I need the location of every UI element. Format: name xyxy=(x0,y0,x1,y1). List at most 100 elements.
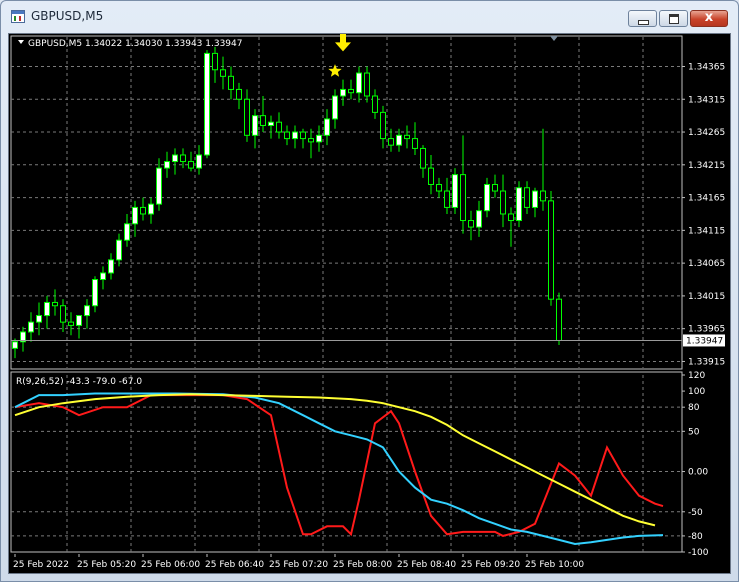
time-tick-label: 25 Feb 2022 xyxy=(13,560,69,570)
window-title: GBPUSD,M5 xyxy=(31,9,104,23)
time-tick-label: 25 Feb 09:20 xyxy=(461,560,520,570)
indicator-tick-label: -100 xyxy=(688,548,709,558)
candle-bear xyxy=(556,298,562,341)
time-axis: 25 Feb 2022 25 Feb 05:20 25 Feb 06:00 25 Fe… xyxy=(13,554,584,570)
time-tick-label: 25 Feb 08:00 xyxy=(333,560,392,570)
indicator-tick-label: -80 xyxy=(688,532,703,542)
shift-marker-icon[interactable] xyxy=(550,36,558,41)
candle-bull xyxy=(84,305,90,317)
candle-bull xyxy=(116,239,122,261)
candle-bull xyxy=(324,118,330,136)
price-axis: 1.34365 1.34315 1.34265 1.34215 1.34165 1.341… xyxy=(11,62,725,367)
indicator-axis: 120 100 80 50 0.00 -50 -80 -100 xyxy=(682,371,709,558)
candle-bear xyxy=(60,305,66,323)
candle-bull xyxy=(172,154,178,163)
candle-bull xyxy=(124,223,130,241)
star-icon xyxy=(328,64,342,77)
candle-bull xyxy=(532,190,538,208)
candle-bull xyxy=(396,134,402,146)
candle-bull xyxy=(100,272,106,281)
close-icon: x xyxy=(704,10,714,25)
price-tick-label: 1.34315 xyxy=(688,95,725,105)
time-tick-label: 25 Feb 06:40 xyxy=(205,560,264,570)
current-price-label: 1.33947 xyxy=(686,336,723,346)
candle-bull xyxy=(108,259,114,274)
candle-bull xyxy=(484,183,490,212)
candle-bear xyxy=(444,190,450,208)
candle-bear xyxy=(68,321,74,326)
candle-bull xyxy=(164,161,170,169)
candle-bear xyxy=(236,88,242,100)
signal-annotations xyxy=(328,34,351,77)
price-tick-label: 1.34215 xyxy=(688,161,725,171)
candle-bear xyxy=(436,183,442,192)
minimize-button[interactable] xyxy=(628,10,657,27)
candle-bear xyxy=(284,131,290,140)
chart-area[interactable]: 1.34365 1.34315 1.34265 1.34215 1.34165 1.341… xyxy=(8,33,731,574)
candle-bull xyxy=(92,279,98,307)
candle-bear xyxy=(388,138,394,146)
candle-bull xyxy=(252,115,258,136)
price-tick-label: 1.33965 xyxy=(688,325,725,335)
candle-bear xyxy=(140,206,146,215)
indicator-lines xyxy=(14,392,664,546)
candle-bear xyxy=(364,72,370,97)
maximize-button[interactable] xyxy=(659,10,688,27)
candle-bull xyxy=(268,121,274,126)
candle-bear xyxy=(468,220,474,228)
candle-bull xyxy=(44,301,50,317)
price-tick-label: 1.34165 xyxy=(688,194,725,204)
candle-bear xyxy=(508,213,514,222)
candle-bear xyxy=(300,131,306,140)
chart-canvas[interactable]: 1.34365 1.34315 1.34265 1.34215 1.34165 1.341… xyxy=(9,34,730,573)
candle-bull xyxy=(36,315,42,323)
candle-bear xyxy=(460,174,466,222)
candle-bear xyxy=(228,75,234,90)
candle-bear xyxy=(212,52,218,71)
candle-bull xyxy=(452,174,458,208)
candle-bear xyxy=(420,147,426,169)
indicator-header: R(9,26,52) -43.3 -79.0 -67.0 xyxy=(16,377,142,387)
arrow-down-icon xyxy=(335,34,351,52)
time-tick-label: 25 Feb 05:20 xyxy=(77,560,136,570)
price-tick-label: 1.34365 xyxy=(688,62,725,72)
candle-bear xyxy=(220,69,226,77)
candle-bull xyxy=(148,203,154,215)
candle-bull xyxy=(356,72,362,94)
candle-bull xyxy=(12,341,18,349)
title-bar[interactable]: GBPUSD,M5 x xyxy=(1,1,738,33)
indicator-tick-label: 0.00 xyxy=(688,468,708,478)
candle-bull xyxy=(340,88,346,97)
price-pane-frame xyxy=(10,35,683,370)
price-tick-label: 1.33915 xyxy=(688,357,725,367)
candle-bear xyxy=(524,187,530,208)
candle-bear xyxy=(404,134,410,140)
candle-bear xyxy=(308,138,314,143)
candle-bear xyxy=(244,98,250,136)
chart-window: GBPUSD,M5 x 1.34365 1.34315 1.34265 1.34215… xyxy=(0,0,739,582)
candles xyxy=(12,46,562,359)
candle-bull xyxy=(332,95,338,120)
candle-bull xyxy=(196,154,202,169)
candle-bull xyxy=(156,167,162,205)
candle-bear xyxy=(260,115,266,126)
candle-bull xyxy=(476,210,482,228)
candle-bear xyxy=(372,95,378,113)
indicator-line-3 xyxy=(14,393,656,527)
price-header: GBPUSD,M5 1.34022 1.34030 1.33943 1.3394… xyxy=(28,39,242,49)
candle-bear xyxy=(276,121,282,133)
candle-bear xyxy=(180,154,186,163)
close-button[interactable]: x xyxy=(690,10,728,27)
candle-bear xyxy=(428,167,434,185)
candle-bear xyxy=(188,161,194,169)
price-tick-label: 1.34065 xyxy=(688,259,725,269)
candle-bull xyxy=(292,131,298,140)
indicator-tick-label: 80 xyxy=(688,403,700,413)
collapse-triangle-icon[interactable] xyxy=(18,40,24,44)
time-tick-label: 25 Feb 08:40 xyxy=(397,560,456,570)
price-tick-label: 1.34265 xyxy=(688,128,725,138)
candle-bull xyxy=(76,315,82,326)
time-tick-label: 25 Feb 06:00 xyxy=(141,560,200,570)
indicator-tick-label: 50 xyxy=(688,427,700,437)
candle-bear xyxy=(348,88,354,94)
